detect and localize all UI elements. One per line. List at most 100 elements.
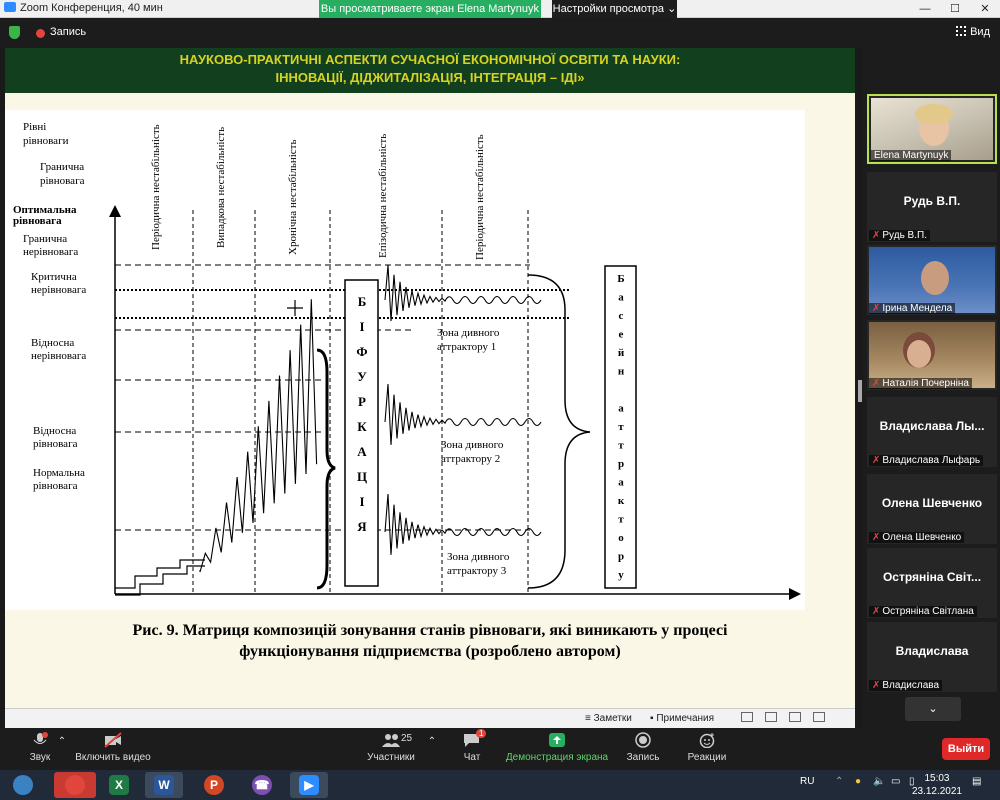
participant-tile-vladyslava[interactable]: Владислава ✗ Владислава [867, 622, 997, 692]
security-shield-icon[interactable] [9, 26, 20, 39]
volume-icon[interactable]: 🔈 [873, 776, 885, 787]
chat-button[interactable]: Чат 1 [455, 729, 489, 763]
reactions-button[interactable]: Реакции [685, 732, 729, 763]
tray-overflow-icon[interactable]: ⌃ [835, 776, 843, 787]
y-label-line1: Гранична [40, 161, 84, 173]
caption-line1: Рис. 9. Матриця композицій зонування ста… [132, 622, 728, 639]
taskbar-word[interactable]: W [145, 772, 183, 798]
start-button[interactable] [4, 772, 42, 798]
column-label: Випадкова нестабільність [215, 127, 227, 248]
bifurcation-letter: Б [358, 294, 367, 309]
zone-label-line2: аттрактору 1 [437, 341, 496, 353]
sorter-view-icon[interactable] [765, 712, 777, 722]
comments-button[interactable]: ▪ Примечания [650, 713, 714, 724]
meeting-topbar: Запись Вид [0, 18, 1000, 48]
participant-tile-rud[interactable]: Рудь В.П. ✗ Рудь В.П. [867, 172, 997, 242]
participants-label: Участники [367, 752, 415, 763]
participant-label: ✗ Владислава Лыфарь [869, 455, 984, 466]
taskbar-opera[interactable] [54, 772, 96, 798]
participant-hair [915, 104, 953, 124]
basin-letter: т [618, 421, 624, 433]
participant-label: ✗ Остряніна Світлана [869, 606, 977, 617]
language-indicator[interactable]: RU [800, 776, 814, 787]
muted-mic-icon: ✗ [872, 303, 881, 314]
participants-options-caret[interactable]: ⌃ [426, 736, 438, 747]
close-button[interactable]: ✕ [970, 0, 1000, 18]
basin-letter: й [618, 347, 625, 359]
basin-letter: е [619, 329, 624, 341]
view-mode-icons [741, 712, 825, 722]
move-cursor-icon [287, 300, 303, 316]
viber-icon: ☎ [252, 775, 272, 795]
participant-tile-olena[interactable]: Олена Шевченко ✗ Олена Шевченко [867, 474, 997, 544]
caption-line2: функціонування підприємства (розроблено … [239, 643, 621, 660]
bifurcation-letter: І [359, 494, 364, 509]
participant-tile-elena[interactable]: Elena Martynuyk [867, 94, 997, 164]
tray-app-icon[interactable]: ● [855, 776, 861, 787]
left-brace [316, 348, 336, 590]
slide-header-line2: ІННОВАЦІЇ, ДІДЖИТАЛІЗАЦІЯ, ІНТЕГРАЦІЯ – … [275, 70, 585, 85]
notes-button[interactable]: ≡ Заметки [585, 713, 632, 724]
basin-letter: р [618, 551, 624, 563]
maximize-button[interactable]: ☐ [940, 0, 970, 18]
bifurcation-letter: А [357, 444, 367, 459]
notifications-icon[interactable]: ▤ [972, 776, 981, 787]
system-clock[interactable]: 15:03 23.12.2021 [912, 772, 962, 798]
taskbar-excel[interactable]: X [100, 772, 138, 798]
video-button[interactable]: Включить видео [72, 732, 154, 763]
y-labels: РівнірівновагиГраничнарівновагаОптимальн… [13, 121, 86, 492]
y-label-line1: Нормальна [33, 467, 85, 479]
taskbar-zoom[interactable]: ▶ [290, 772, 328, 798]
y-label-line2: рівновага [33, 480, 78, 492]
attractor-2-oscillation [384, 383, 542, 445]
meeting-toolbar: Звук ⌃ Включить видео Участники 25 ⌃ Чат… [0, 728, 1000, 770]
share-banner: Вы просматриваете экран Elena Martynuyk [319, 0, 541, 18]
share-screen-button[interactable]: Демонстрация экрана [503, 732, 611, 763]
network-icon[interactable]: ▭ [891, 776, 900, 787]
reading-view-icon[interactable] [789, 712, 801, 722]
taskbar-powerpoint[interactable]: P [195, 772, 233, 798]
zone-labels: Зона дивного аттрактору 1 Зона дивного аттр… [437, 327, 510, 577]
audio-label: Звук [29, 752, 51, 763]
normal-view-icon[interactable] [741, 712, 753, 722]
basin-letter: а [618, 292, 624, 304]
shared-screen: НАУКОВО-ПРАКТИЧНІ АСПЕКТИ СУЧАСНОЇ ЕКОНО… [5, 48, 855, 728]
record-button[interactable]: Запись [623, 732, 663, 763]
zone-label-line2: аттрактору 2 [441, 453, 500, 465]
taskbar-viber[interactable]: ☎ [243, 772, 281, 798]
view-options-button[interactable]: Настройки просмотра ⌄ [552, 0, 677, 18]
participant-tile-vladyslava-l[interactable]: Владислава Лы... ✗ Владислава Лыфарь [867, 397, 997, 467]
view-label: Вид [970, 26, 990, 38]
word-icon: W [154, 775, 174, 795]
notes-icon: ≡ [585, 713, 594, 724]
participant-tile-ostrianina[interactable]: Остряніна Світ... ✗ Остряніна Світлана [867, 548, 997, 618]
basin-letter: а [618, 477, 624, 489]
participant-display-name: Остряніна Світ... [882, 570, 982, 584]
recording-label[interactable]: Запись [50, 26, 86, 38]
panel-scroll-down-button[interactable]: ⌄ [905, 697, 961, 721]
y-label-line2: рівновага [40, 175, 85, 187]
column-label: Періодична нестабільність [150, 124, 162, 250]
participant-name: Олена Шевченко [882, 532, 962, 543]
panel-scrollbar[interactable] [858, 380, 862, 402]
participant-face [907, 340, 931, 368]
audio-button[interactable]: Звук [20, 732, 60, 763]
participant-tile-nataliia[interactable]: ✗ Наталія Почерніна [867, 320, 997, 390]
participant-display-name: Рудь В.П. [903, 194, 961, 208]
clock-time: 15:03 [924, 773, 950, 784]
view-button[interactable]: Вид [956, 26, 990, 38]
zoom-icon [4, 2, 16, 12]
minimize-button[interactable]: — [910, 0, 940, 18]
video-off-icon [104, 732, 122, 748]
audio-options-caret[interactable]: ⌃ [55, 736, 69, 747]
slideshow-view-icon[interactable] [813, 712, 825, 722]
slide-header: НАУКОВО-ПРАКТИЧНІ АСПЕКТИ СУЧАСНОЇ ЕКОНО… [5, 48, 855, 93]
participant-name: Наталія Почерніна [882, 378, 969, 389]
column-label: Епізодична нестабільність [377, 134, 389, 258]
zone-label-line1: Зона дивного [437, 327, 500, 339]
leave-meeting-button[interactable]: Выйти [942, 738, 990, 760]
y-label-line2: рівновага [33, 438, 78, 450]
participant-name: Остряніна Світлана [882, 606, 974, 617]
participant-tile-iryna[interactable]: ✗ Ірина Менделa [867, 245, 997, 315]
slide-header-line1: НАУКОВО-ПРАКТИЧНІ АСПЕКТИ СУЧАСНОЇ ЕКОНО… [179, 52, 681, 67]
